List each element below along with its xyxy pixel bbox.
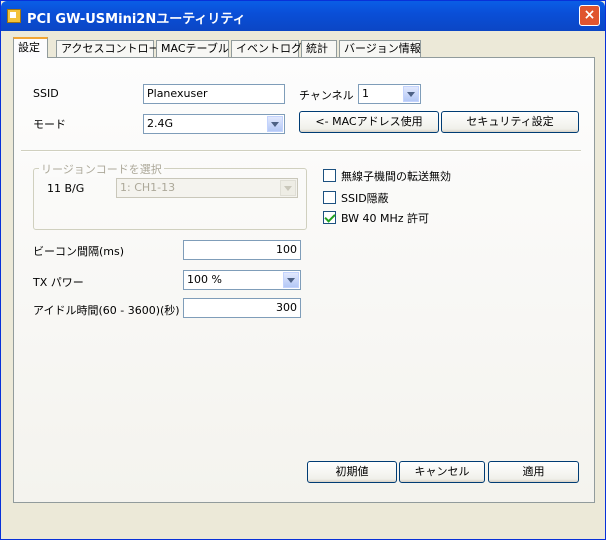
chevron-down-icon[interactable] xyxy=(283,272,299,288)
security-settings-button[interactable]: セキュリティ設定 xyxy=(441,111,579,133)
chevron-down-icon[interactable] xyxy=(267,116,283,132)
region-group-label: リージョンコードを選択 xyxy=(39,161,164,177)
region-select: 1: CH1-13 xyxy=(116,178,298,198)
bw40-checkbox[interactable] xyxy=(323,211,336,224)
utility-window: PCI GW-USMini2Nユーティリティ × 設定 アクセスコントロール M… xyxy=(0,0,606,540)
close-button[interactable]: × xyxy=(579,5,600,26)
mode-select[interactable]: 2.4G xyxy=(143,114,285,134)
tab-statistics[interactable]: 統計 xyxy=(301,40,337,57)
hide-ssid-checkbox[interactable] xyxy=(323,191,336,204)
mode-value: 2.4G xyxy=(147,117,174,130)
tab-mac-table[interactable]: MACテーブル xyxy=(156,40,229,57)
app-icon xyxy=(7,9,21,23)
chevron-down-icon[interactable] xyxy=(403,86,419,102)
tab-settings[interactable]: 設定 xyxy=(13,37,48,58)
tab-event-log[interactable]: イベントログ xyxy=(231,40,302,57)
channel-select[interactable]: 1 xyxy=(358,84,421,104)
beacon-interval-input[interactable]: 100 xyxy=(183,240,301,260)
defaults-button[interactable]: 初期値 xyxy=(307,461,397,483)
hide-ssid-label[interactable]: SSID隠蔽 xyxy=(341,190,389,206)
tx-power-value: 100 % xyxy=(187,273,222,286)
isolation-label[interactable]: 無線子機間の転送無効 xyxy=(341,168,451,184)
tab-access-control[interactable]: アクセスコントロール xyxy=(56,40,170,57)
chevron-down-icon xyxy=(280,180,296,196)
region-band-label: 11 B/G xyxy=(47,182,85,195)
tab-version-info[interactable]: バージョン情報 xyxy=(339,40,421,57)
use-mac-address-button[interactable]: <- MACアドレス使用 xyxy=(299,111,439,133)
cancel-button[interactable]: キャンセル xyxy=(399,461,485,483)
beacon-interval-label: ビーコン間隔(ms) xyxy=(33,245,125,258)
idle-time-input[interactable]: 300 xyxy=(183,298,301,318)
ssid-input[interactable]: Planexuser xyxy=(143,84,285,104)
idle-time-label: アイドル時間(60 - 3600)(秒) xyxy=(33,304,180,317)
region-value: 1: CH1-13 xyxy=(120,181,176,194)
separator xyxy=(21,150,581,152)
mode-label: モード xyxy=(33,118,66,131)
bw40-label[interactable]: BW 40 MHz 許可 xyxy=(341,210,429,226)
window-title: PCI GW-USMini2Nユーティリティ xyxy=(27,12,246,27)
tx-power-label: TX パワー xyxy=(33,276,84,289)
channel-label: チャンネル xyxy=(299,89,354,102)
title-bar[interactable]: PCI GW-USMini2Nユーティリティ × xyxy=(1,1,605,31)
tx-power-select[interactable]: 100 % xyxy=(183,270,301,290)
ssid-label: SSID xyxy=(33,87,59,100)
status-bar xyxy=(9,509,599,531)
apply-button[interactable]: 適用 xyxy=(488,461,579,483)
isolation-checkbox[interactable] xyxy=(323,169,336,182)
channel-value: 1 xyxy=(362,87,369,100)
